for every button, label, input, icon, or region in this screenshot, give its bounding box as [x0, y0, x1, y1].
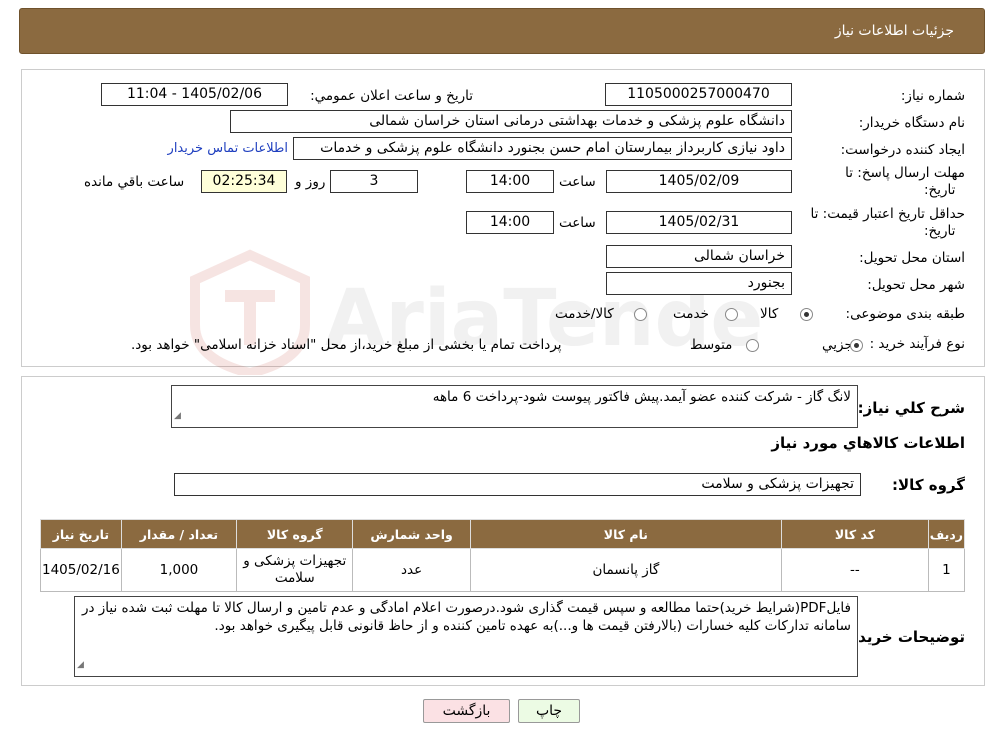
creator-label: ايجاد کننده درخواست:	[840, 142, 965, 158]
announce-field: 1405/02/06 - 11:04	[101, 83, 288, 106]
city-label: شهر محل تحويل:	[867, 277, 965, 293]
summary-field[interactable]: لانگ گاز - شرکت کننده عضو آیمد.پیش فاکتو…	[171, 385, 858, 428]
buyer-org-label: نام دستگاه خريدار:	[858, 115, 965, 131]
province-label: استان محل تحويل:	[859, 250, 965, 266]
process-label: نوع فرآيند خريد :	[869, 336, 965, 352]
goods-section-title: اطلاعات کالاهاي مورد نياز	[771, 434, 965, 452]
process-note: پرداخت تمام يا بخشی از مبلغ خريد،از محل …	[131, 337, 562, 353]
remaining-time-field: 02:25:34	[201, 170, 287, 193]
goods-group-field: تجهیزات پزشکی و سلامت	[174, 473, 861, 496]
city-field: بجنورد	[606, 272, 792, 295]
col-date: تاريخ نياز	[40, 519, 122, 549]
need-number-field: 1105000257000470	[605, 83, 792, 106]
page-title: جزئیات اطلاعات نیاز	[834, 23, 954, 39]
deadline-label-date: تاريخ:	[924, 182, 956, 198]
province-field: خراسان شمالی	[606, 245, 792, 268]
goods-group-label: گروه کالا:	[892, 476, 965, 494]
table-row[interactable]: 1 -- گاز پانسمان عدد تجهیزات پزشکی و سلا…	[40, 548, 966, 592]
validity-label-date: تاريخ:	[924, 223, 956, 239]
process-radio-minor[interactable]	[850, 339, 863, 352]
validity-time-label: ساعت	[559, 215, 596, 231]
notes-field[interactable]: فایلPDF(شرایط خرید)حتما مطالعه و سپس قیم…	[74, 596, 858, 677]
validity-label: حداقل تاريخ اعتبار قيمت: تا	[810, 206, 965, 222]
summary-label: شرح کلي نياز:	[857, 399, 965, 417]
deadline-time-label: ساعت	[559, 174, 596, 190]
process-radio-medium[interactable]	[746, 339, 759, 352]
validity-date-field: 1405/02/31	[606, 211, 792, 234]
days-label: روز و	[295, 174, 326, 190]
col-name: نام کالا	[469, 519, 783, 549]
need-number-label: شماره نیاز:	[900, 88, 965, 104]
announce-label: تاریخ و ساعت اعلان عمومي:	[310, 88, 473, 104]
resize-grip-icon[interactable]: ◢	[174, 407, 181, 425]
remaining-label: ساعت باقي مانده	[84, 174, 185, 190]
category-option-both: کالا/خدمت	[555, 306, 614, 322]
category-label: طبقه بندی موضوعی:	[845, 306, 965, 322]
col-unit: واحد شمارش	[352, 519, 471, 549]
col-code: کد کالا	[781, 519, 929, 549]
process-option-minor: جزيي	[822, 337, 853, 353]
validity-time-field: 14:00	[466, 211, 554, 234]
goods-table-header: رديف کد کالا نام کالا واحد شمارش گروه کا…	[40, 519, 966, 549]
category-radio-goods[interactable]	[800, 308, 813, 321]
page-header: جزئیات اطلاعات نیاز	[19, 8, 985, 54]
summary-text: لانگ گاز - شرکت کننده عضو آیمد.پیش فاکتو…	[432, 389, 851, 405]
col-qty: تعداد / مقدار	[120, 519, 238, 549]
deadline-time-field: 14:00	[466, 170, 554, 193]
deadline-date-field: 1405/02/09	[606, 170, 792, 193]
category-radio-both[interactable]	[634, 308, 647, 321]
cell-row: 1	[927, 548, 966, 592]
process-option-medium: متوسط	[690, 337, 733, 353]
goods-table: رديف کد کالا نام کالا واحد شمارش گروه کا…	[40, 519, 966, 592]
cell-unit: عدد	[352, 548, 471, 592]
resize-grip-icon[interactable]: ◢	[77, 656, 84, 674]
category-radio-service[interactable]	[725, 308, 738, 321]
days-field: 3	[330, 170, 418, 193]
deadline-label: مهلت ارسال پاسخ: تا	[845, 165, 965, 181]
creator-field: داود نیازی کاربرداز بیمارستان امام حسن ب…	[293, 137, 792, 160]
col-row: رديف	[927, 519, 966, 549]
cell-code: --	[781, 548, 929, 592]
cell-name: گاز پانسمان	[469, 548, 783, 592]
back-button[interactable]: بازگشت	[423, 699, 510, 723]
cell-qty: 1,000	[120, 548, 238, 592]
buyer-contact-link[interactable]: اطلاعات تماس خريدار	[168, 141, 288, 156]
category-option-service: خدمت	[673, 306, 709, 322]
category-option-goods: کالا	[760, 306, 779, 322]
col-group: گروه کالا	[236, 519, 354, 549]
cell-group: تجهیزات پزشکی و سلامت	[236, 548, 354, 592]
buyer-org-field: دانشگاه علوم پزشکی و خدمات بهداشتی درمان…	[230, 110, 792, 133]
notes-text: فایلPDF(شرایط خرید)حتما مطالعه و سپس قیم…	[81, 600, 851, 634]
print-button[interactable]: چاپ	[518, 699, 580, 723]
cell-date: 1405/02/16	[40, 548, 122, 592]
